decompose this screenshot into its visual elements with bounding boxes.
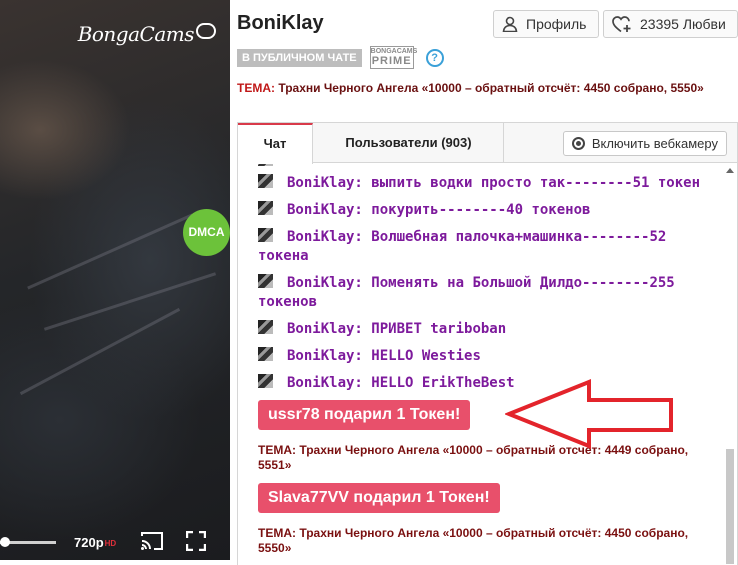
message-user[interactable]: BoniKlay: — [287, 202, 363, 218]
message-user[interactable]: BoniKlay: — [287, 175, 363, 191]
user-avatar-icon — [258, 174, 273, 188]
cast-icon[interactable] — [140, 530, 164, 552]
public-chat-badge: В ПУБЛИЧНОМ ЧАТЕ — [237, 48, 362, 67]
enable-webcam-button[interactable]: Включить вебкамеру — [562, 131, 727, 156]
user-avatar-icon — [258, 164, 273, 166]
chat-box: Чат Пользователи (903) Включить вебкамер… — [237, 122, 738, 565]
webcam-icon — [571, 137, 585, 150]
user-avatar-icon — [258, 228, 273, 242]
tab-chat[interactable]: Чат — [238, 123, 313, 164]
webcam-label: Включить вебкамеру — [591, 136, 718, 151]
user-avatar-icon — [258, 347, 273, 361]
video-frame-detail — [27, 213, 193, 290]
help-icon[interactable]: ? — [425, 48, 444, 67]
chat-message: BoniKlay: ПРИВЕТ tariboban — [258, 320, 708, 339]
user-avatar-icon — [258, 274, 273, 288]
video-frame-detail — [19, 307, 181, 396]
chat-tabs: Чат Пользователи (903) Включить вебкамер… — [238, 123, 737, 164]
hd-badge: HD — [104, 539, 117, 548]
heart-plus-icon — [612, 15, 631, 32]
chat-message: BoniKlay: покурить--------40 токенов — [258, 201, 708, 220]
chat-message-partial — [258, 164, 708, 171]
chat-message: BoniKlay: выпить водки просто так-------… — [258, 174, 708, 193]
prime-label: PRIME — [371, 55, 412, 67]
video-player[interactable]: BongaCams 720pHD — [0, 0, 230, 560]
message-text: выпить водки просто так--------51 токен — [371, 175, 701, 191]
video-frame-detail — [43, 272, 217, 331]
status-row: В ПУБЛИЧНОМ ЧАТЕ BONGACAMS PRIME ? — [237, 46, 444, 69]
chat-message: BoniKlay: Волшебная палочка+машинка-----… — [258, 228, 708, 266]
chat-message: BoniKlay: Поменять на Большой Дилдо-----… — [258, 274, 708, 312]
topic-label: ТЕМА: — [237, 81, 275, 95]
tip-notification: Slava77VV подарил 1 Токен! — [258, 483, 500, 513]
slider-knob[interactable] — [0, 537, 10, 547]
user-avatar-icon — [258, 320, 273, 334]
topic-text: Трахни Черного Ангела «10000 – обратный … — [278, 81, 704, 95]
love-label: 23395 Любви — [640, 16, 726, 32]
model-name[interactable]: BoniKlay — [237, 12, 324, 35]
bongacams-logo: BongaCams — [78, 22, 216, 46]
profile-button[interactable]: Профиль — [493, 10, 599, 38]
user-avatar-icon — [258, 201, 273, 215]
message-user[interactable]: BoniKlay: — [287, 348, 363, 364]
chat-message: BoniKlay: HELLO Westies — [258, 347, 708, 366]
room-topic: ТЕМА: Трахни Черного Ангела «10000 – обр… — [237, 81, 733, 96]
quality-label: 720p — [74, 535, 104, 550]
fullscreen-icon[interactable] — [186, 531, 206, 551]
profile-label: Профиль — [526, 16, 587, 32]
chat-messages: BoniKlay: выпить водки просто так-------… — [258, 164, 718, 564]
message-text: HELLO ErikTheBest — [371, 375, 515, 391]
prime-top-label: BONGACAMS — [370, 48, 418, 55]
volume-slider[interactable] — [0, 537, 56, 547]
message-user[interactable]: BoniKlay: — [287, 375, 363, 391]
chat-scrollbar[interactable] — [725, 164, 735, 564]
love-button[interactable]: 23395 Любви — [603, 10, 738, 38]
message-text: ПРИВЕТ tariboban — [371, 321, 507, 337]
room-panel: BoniKlay Профиль 23395 Любви В ПУБЛИЧНОМ… — [237, 0, 738, 565]
logo-text: BongaCams — [77, 22, 195, 46]
tab-users[interactable]: Пользователи (903) — [314, 123, 504, 163]
page-root: BongaCams 720pHD DMCA BoniKlay Профиль 2… — [0, 0, 738, 565]
topic-update-message: ТЕМА: Трахни Черного Ангела «10000 – обр… — [258, 526, 689, 555]
scroll-up-arrow-icon[interactable] — [726, 168, 734, 173]
quality-selector[interactable]: 720pHD — [74, 535, 116, 550]
message-user[interactable]: BoniKlay: — [287, 275, 363, 291]
speech-bubble-icon — [196, 23, 216, 39]
player-controls: 720pHD — [0, 520, 230, 560]
scrollbar-thumb[interactable] — [726, 449, 734, 564]
dmca-badge[interactable]: DMCA — [183, 209, 230, 256]
annotation-arrow-icon — [505, 379, 673, 449]
user-icon — [502, 16, 518, 32]
bongacams-prime-badge[interactable]: BONGACAMS PRIME — [369, 46, 417, 69]
tip-notification: ussr78 подарил 1 Токен! — [258, 400, 471, 430]
message-user[interactable]: BoniKlay: — [287, 321, 363, 337]
message-text: HELLO Westies — [371, 348, 481, 364]
message-user[interactable]: BoniKlay: — [287, 229, 363, 245]
message-text: покурить--------40 токенов — [371, 202, 591, 218]
user-avatar-icon — [258, 374, 273, 388]
